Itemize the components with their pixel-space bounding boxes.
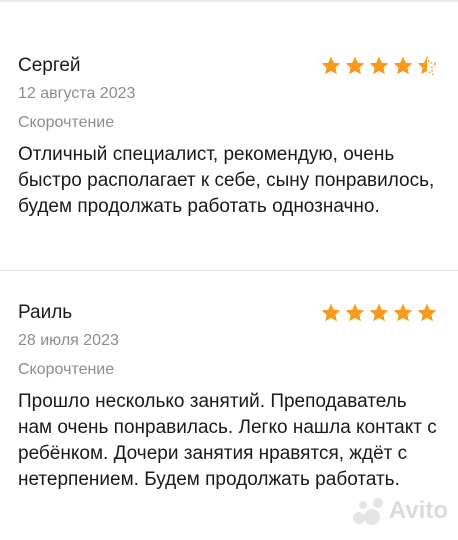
top-divider bbox=[0, 0, 458, 2]
star-full-icon bbox=[321, 56, 341, 75]
star-full-icon bbox=[393, 303, 413, 322]
rating-stars bbox=[320, 302, 438, 324]
review-divider bbox=[0, 270, 458, 271]
review-author: Сергей bbox=[18, 55, 81, 76]
avito-logo-icon bbox=[352, 498, 383, 525]
star-half-icon bbox=[417, 56, 438, 76]
review-text: Отличный специалист, рекомендую, очень б… bbox=[18, 144, 435, 217]
star-full-icon bbox=[369, 303, 389, 322]
avito-watermark: Avito bbox=[351, 496, 448, 526]
star-full-icon bbox=[345, 56, 365, 75]
star-full-icon bbox=[417, 303, 437, 322]
review-date: 28 июля 2023 bbox=[18, 332, 119, 349]
star-full-icon bbox=[321, 303, 341, 322]
review-date: 12 августа 2023 bbox=[18, 85, 136, 102]
review-service: Скорочтение bbox=[18, 114, 115, 131]
review-text: Прошло несколько занятий. Преподаватель … bbox=[18, 391, 437, 490]
watermark-text: Avito bbox=[388, 497, 448, 524]
star-full-icon bbox=[345, 303, 365, 322]
rating-stars bbox=[320, 55, 438, 77]
review-service: Скорочтение bbox=[18, 361, 115, 378]
review-author: Раиль bbox=[18, 302, 73, 323]
star-full-icon bbox=[369, 56, 389, 75]
star-full-icon bbox=[393, 56, 413, 75]
